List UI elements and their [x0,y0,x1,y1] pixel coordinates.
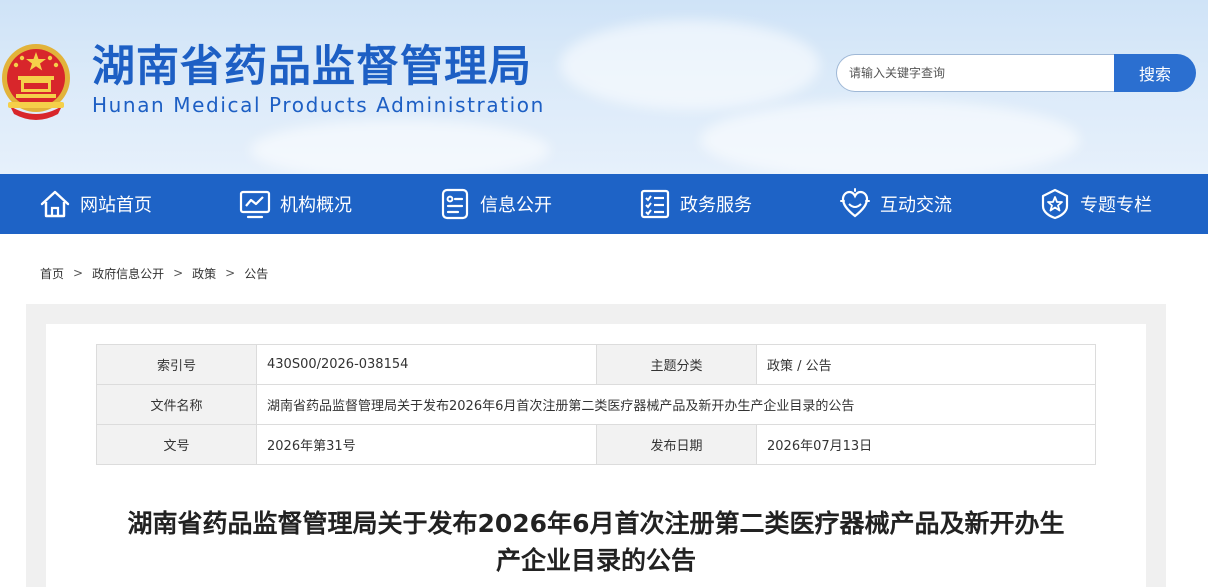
star-badge-icon [1041,188,1069,220]
breadcrumb-gov-info[interactable]: 政府信息公开 [92,265,164,282]
nav-item-services[interactable]: 政务服务 [638,174,752,234]
article-title-line: 产企业目录的公告 [495,546,696,575]
article-title-line: 湖南省药品监督管理局关于发布2026年6月首次注册第二类医疗器械产品及新开办生 [127,509,1065,538]
main-nav: 网站首页 机构概况 信息公开 政务服务 互动交流 专题专栏 [0,174,1208,234]
nav-label: 网站首页 [80,195,152,216]
doc-number-value: 2026年第31号 [256,424,597,465]
site-title: 湖南省药品监督管理局 [92,42,532,92]
site-header: 湖南省药品监督管理局 Hunan Medical Products Admini… [0,0,1208,174]
national-emblem-icon [2,44,70,120]
index-label: 索引号 [96,344,257,385]
doc-name-label: 文件名称 [96,384,257,425]
nav-item-special-topics[interactable]: 专题专栏 [1038,174,1152,234]
table-row: 文号 2026年第31号 发布日期 2026年07月13日 [96,424,1096,465]
search-button[interactable]: 搜索 [1114,54,1196,92]
publish-date-value: 2026年07月13日 [756,424,1096,465]
doc-name-value: 湖南省药品监督管理局关于发布2026年6月首次注册第二类医疗器械产品及新开办生产… [256,384,1096,425]
publish-date-label: 发布日期 [596,424,757,465]
site-subtitle: Hunan Medical Products Administration [92,93,545,117]
article-title: 湖南省药品监督管理局关于发布2026年6月首次注册第二类医疗器械产品及新开办生 … [96,505,1096,579]
breadcrumb-separator: > [225,266,236,280]
document-card-icon [441,188,469,220]
checklist-icon [640,189,670,219]
nav-label: 互动交流 [880,195,952,216]
nav-item-interaction[interactable]: 互动交流 [838,174,952,234]
nav-label: 信息公开 [480,195,552,216]
table-row: 索引号 430S00/2026-038154 主题分类 政策 / 公告 [96,344,1096,385]
nav-item-home[interactable]: 网站首页 [38,174,152,234]
nav-item-about[interactable]: 机构概况 [238,174,352,234]
heart-hands-icon [840,188,870,218]
breadcrumb-separator: > [73,266,84,280]
home-icon [40,190,70,218]
breadcrumb-notice[interactable]: 公告 [244,265,268,282]
breadcrumb: 首页 > 政府信息公开 > 政策 > 公告 [40,264,268,282]
search-bar: 搜索 [836,54,1196,92]
background-cloud [250,120,550,174]
nav-item-info-disclosure[interactable]: 信息公开 [438,174,552,234]
background-cloud [560,20,820,110]
search-input[interactable] [836,54,1118,92]
breadcrumb-separator: > [173,266,184,280]
category-label: 主题分类 [596,344,757,385]
nav-label: 机构概况 [280,195,352,216]
document-info-table: 索引号 430S00/2026-038154 主题分类 政策 / 公告 文件名称… [96,344,1096,465]
index-value: 430S00/2026-038154 [256,344,597,385]
monitor-chart-icon [239,190,271,219]
category-value: 政策 / 公告 [756,344,1096,385]
breadcrumb-policy[interactable]: 政策 [192,265,216,282]
breadcrumb-home[interactable]: 首页 [40,265,64,282]
doc-number-label: 文号 [96,424,257,465]
background-cloud [700,100,1080,174]
table-row: 文件名称 湖南省药品监督管理局关于发布2026年6月首次注册第二类医疗器械产品及… [96,384,1096,425]
nav-label: 专题专栏 [1080,195,1152,216]
nav-label: 政务服务 [680,195,752,216]
